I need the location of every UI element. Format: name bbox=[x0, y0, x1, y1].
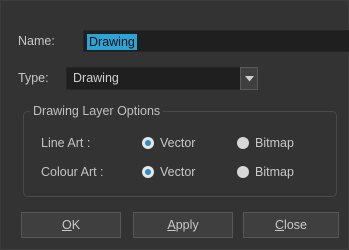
colour-art-label: Colour Art : bbox=[41, 165, 104, 179]
radio-unchecked-icon bbox=[237, 137, 249, 149]
group-title: Drawing Layer Options bbox=[30, 103, 164, 119]
close-mnemonic: C bbox=[275, 218, 285, 232]
apply-label-rest: pply bbox=[175, 218, 199, 232]
line-art-row: Line Art : Vector Bitmap bbox=[24, 134, 336, 152]
colour-art-row: Colour Art : Vector Bitmap bbox=[24, 163, 336, 181]
type-select-value: Drawing bbox=[73, 71, 119, 85]
line-art-label: Line Art : bbox=[41, 136, 91, 150]
name-row: Name: Drawing bbox=[18, 30, 349, 52]
ok-button[interactable]: OK bbox=[21, 212, 121, 238]
line-art-vector-label: Vector bbox=[160, 136, 196, 150]
colour-art-bitmap-label: Bitmap bbox=[255, 165, 294, 179]
close-label-rest: lose bbox=[284, 218, 307, 232]
name-input[interactable]: Drawing bbox=[83, 30, 349, 52]
type-select[interactable]: Drawing bbox=[66, 67, 258, 90]
radio-unchecked-icon bbox=[237, 166, 249, 178]
line-art-bitmap-label: Bitmap bbox=[255, 136, 294, 150]
type-row: Type: Drawing bbox=[18, 67, 338, 90]
type-dropdown-button[interactable] bbox=[240, 67, 258, 90]
name-input-selected-text: Drawing bbox=[87, 34, 137, 50]
close-button[interactable]: Close bbox=[243, 212, 339, 238]
layer-properties-dialog: Name: Drawing Type: Drawing Drawing Laye… bbox=[0, 0, 349, 250]
chevron-down-icon bbox=[245, 76, 254, 82]
drawing-layer-options-group: Drawing Layer Options Line Art : Vector … bbox=[23, 103, 337, 197]
type-label: Type: bbox=[18, 71, 49, 85]
ok-label-rest: K bbox=[71, 218, 81, 232]
radio-checked-icon bbox=[142, 137, 154, 149]
ok-mnemonic: O bbox=[61, 218, 72, 232]
apply-mnemonic: A bbox=[167, 218, 176, 232]
name-label: Name: bbox=[18, 34, 55, 48]
apply-button[interactable]: Apply bbox=[133, 212, 233, 238]
radio-checked-icon bbox=[142, 166, 154, 178]
colour-art-vector-label: Vector bbox=[160, 165, 196, 179]
